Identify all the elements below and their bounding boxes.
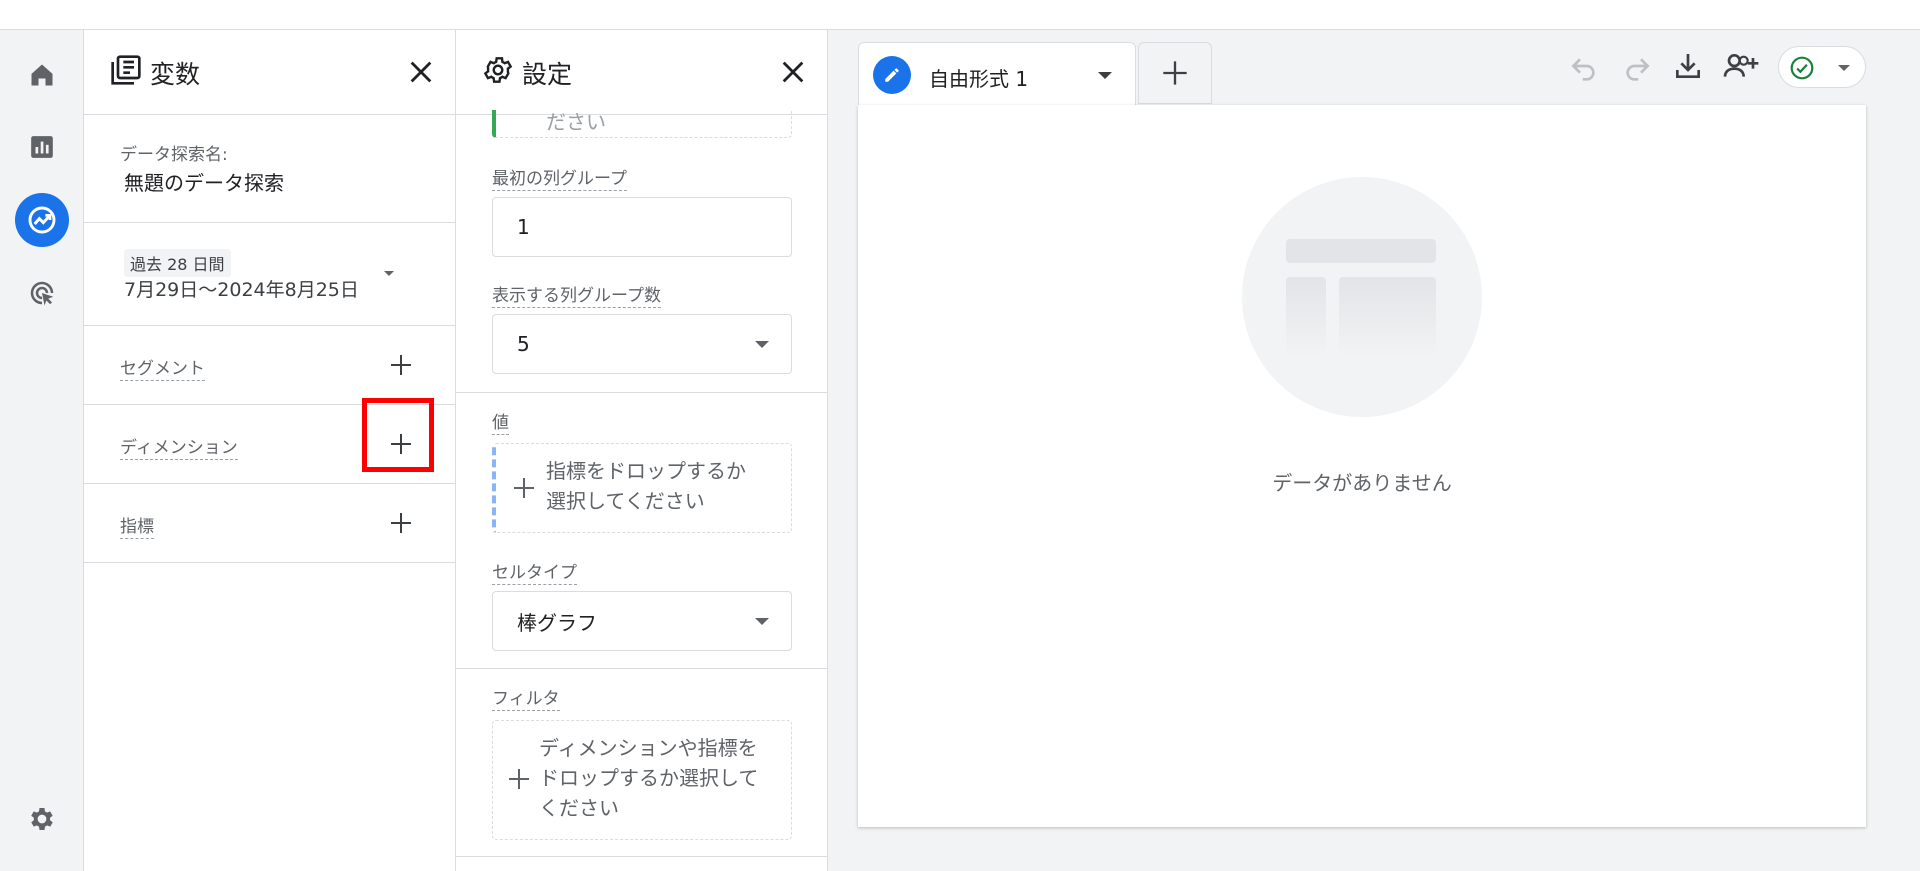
add-segment-button[interactable] [386,350,416,380]
dropdown-arrow-icon [755,341,769,348]
filter-drop-zone[interactable]: ディメンションや指標を ドロップするか選択して ください [492,720,792,840]
filter-drop-line3: ください [539,796,619,820]
divider [456,856,827,857]
advertising-nav-button[interactable] [15,266,69,320]
tab-label: 自由形式 1 [929,67,1029,91]
dropdown-arrow-icon [755,618,769,625]
values-label: 値 [492,408,509,435]
rows-drop-zone-partial[interactable]: ださい [492,110,792,138]
date-range-value: 7月29日～2024年8月25日 [124,279,359,301]
pencil-icon [873,56,911,94]
segments-label: セグメント [120,354,205,381]
plus-icon [391,513,411,533]
explore-nav-button[interactable] [15,193,69,247]
tab-menu-chevron-icon[interactable] [1097,71,1113,81]
nav-rail [0,30,84,871]
empty-table-illustration [1242,177,1482,417]
settings-panel-title: 設定 [522,60,573,89]
reports-nav-button[interactable] [15,120,69,174]
cell-type-select[interactable]: 棒グラフ [492,591,792,651]
settings-panel-header: 設定 [456,30,827,115]
settings-panel: 設定 ださい 最初の列グループ 1 表示する列グループ数 5 値 指標をドロップ… [456,30,828,871]
home-nav-button[interactable] [15,48,69,102]
segments-section: セグメント [84,326,455,405]
cell-type-value: 棒グラフ [517,610,597,635]
exploration-name-value[interactable]: 無題のデータ探索 [124,167,284,196]
variables-icon [111,55,141,85]
plus-icon [391,355,411,375]
exploration-name-section[interactable]: データ探索名: 無題のデータ探索 [84,115,455,223]
date-range-selector[interactable]: 過去 28 日間 7月29日～2024年8月25日 [84,223,455,326]
close-icon[interactable] [407,58,435,86]
column-groups-shown-select[interactable]: 5 [492,314,792,374]
filter-label: フィルタ [492,684,560,711]
divider [456,668,827,669]
filter-drop-line1: ディメンションや指標を [539,736,758,760]
variables-panel-title: 変数 [150,60,201,89]
first-column-group-value: 1 [517,215,530,239]
admin-nav-button[interactable] [15,792,69,846]
divider [456,392,827,393]
exploration-canvas: データがありません [858,105,1866,827]
variables-panel-header: 変数 [84,30,455,115]
plus-icon [509,769,529,789]
cell-type-label: セルタイプ [492,558,577,585]
values-drop-text-line1: 指標をドロップするか [546,459,746,483]
chevron-down-icon[interactable] [382,269,396,279]
add-metric-button[interactable] [386,508,416,538]
share-users-icon[interactable] [1722,50,1760,82]
top-bar [0,0,1920,30]
download-icon[interactable] [1672,50,1704,82]
exploration-name-label: データ探索名: [120,145,228,165]
undo-icon[interactable] [1568,50,1600,82]
target-cursor-icon [30,281,54,306]
bar-chart-icon [31,136,53,158]
dimensions-label: ディメンション [120,433,238,460]
rows-drop-partial-text: ださい [546,110,606,134]
gear-icon [31,808,53,830]
home-icon [31,64,53,86]
chevron-down-icon [1838,65,1850,71]
column-groups-shown-label: 表示する列グループ数 [492,281,661,308]
explore-icon [28,206,56,234]
check-circle-icon [1790,56,1814,80]
first-column-group-label: 最初の列グループ [492,164,627,191]
redo-icon[interactable] [1621,50,1653,82]
gear-icon [483,57,513,83]
filter-drop-line2: ドロップするか選択して [539,766,759,790]
date-range-chip: 過去 28 日間 [124,249,231,277]
metrics-section: 指標 [84,484,455,563]
plus-icon [1163,61,1187,85]
metrics-label: 指標 [120,512,154,539]
first-column-group-input[interactable]: 1 [492,197,792,257]
annotation-highlight-box [362,398,434,472]
column-groups-shown-value: 5 [517,332,530,356]
tab-freeform-1[interactable]: 自由形式 1 [858,42,1136,106]
add-tab-button[interactable] [1138,42,1212,104]
close-icon[interactable] [779,58,807,86]
plus-icon [514,478,534,498]
status-dropdown[interactable] [1778,46,1866,88]
empty-state-message: データがありません [1272,471,1452,495]
values-drop-text-line2: 選択してください [546,489,705,513]
values-drop-zone[interactable]: 指標をドロップするか 選択してください [492,443,792,533]
